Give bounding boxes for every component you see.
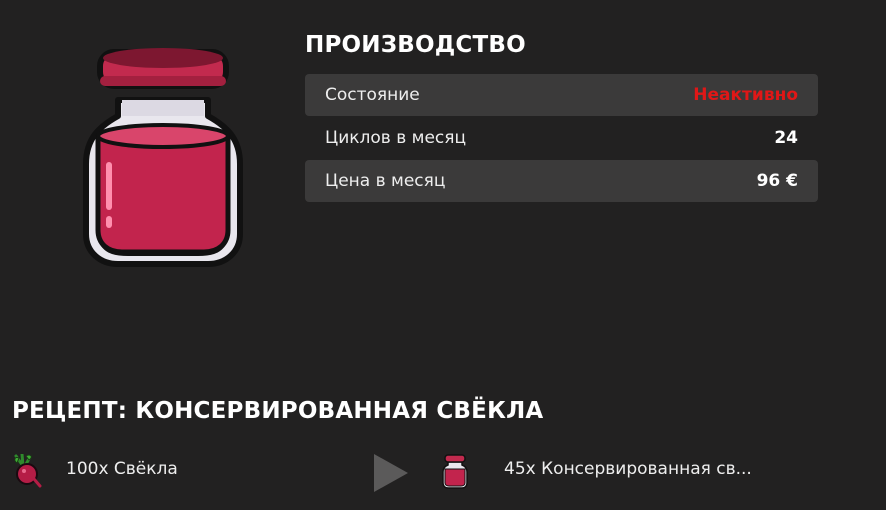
stat-row-cycles: Циклов в месяц 24 (305, 117, 818, 159)
cycles-value: 24 (774, 128, 798, 148)
beet-jar-icon (442, 453, 468, 489)
price-value: 96 € (756, 171, 798, 191)
stat-label-price: Цена в месяц (325, 171, 446, 191)
beet-icon (12, 452, 44, 488)
product-jar-image (78, 38, 248, 270)
recipe-title: РЕЦЕПТ: КОНСЕРВИРОВАННАЯ СВЁКЛА (12, 398, 544, 424)
stat-row-price: Цена в месяц 96 € (305, 160, 818, 202)
recipe-output-label: 45x Консервированная св... (504, 459, 752, 479)
production-stats-table: Состояние Неактивно Циклов в месяц 24 Це… (305, 74, 818, 203)
play-arrow-icon (370, 452, 410, 494)
stat-label-cycles: Циклов в месяц (325, 128, 467, 148)
stat-label-status: Состояние (325, 85, 420, 105)
beet-jar-icon (83, 48, 243, 267)
recipe-row: 100x Свёкла 45x Консервированная св... (0, 446, 886, 496)
recipe-input-label: 100x Свёкла (66, 459, 178, 479)
production-title: ПРОИЗВОДСТВО (305, 32, 526, 58)
stat-row-status: Состояние Неактивно (305, 74, 818, 116)
status-value: Неактивно (693, 85, 798, 105)
